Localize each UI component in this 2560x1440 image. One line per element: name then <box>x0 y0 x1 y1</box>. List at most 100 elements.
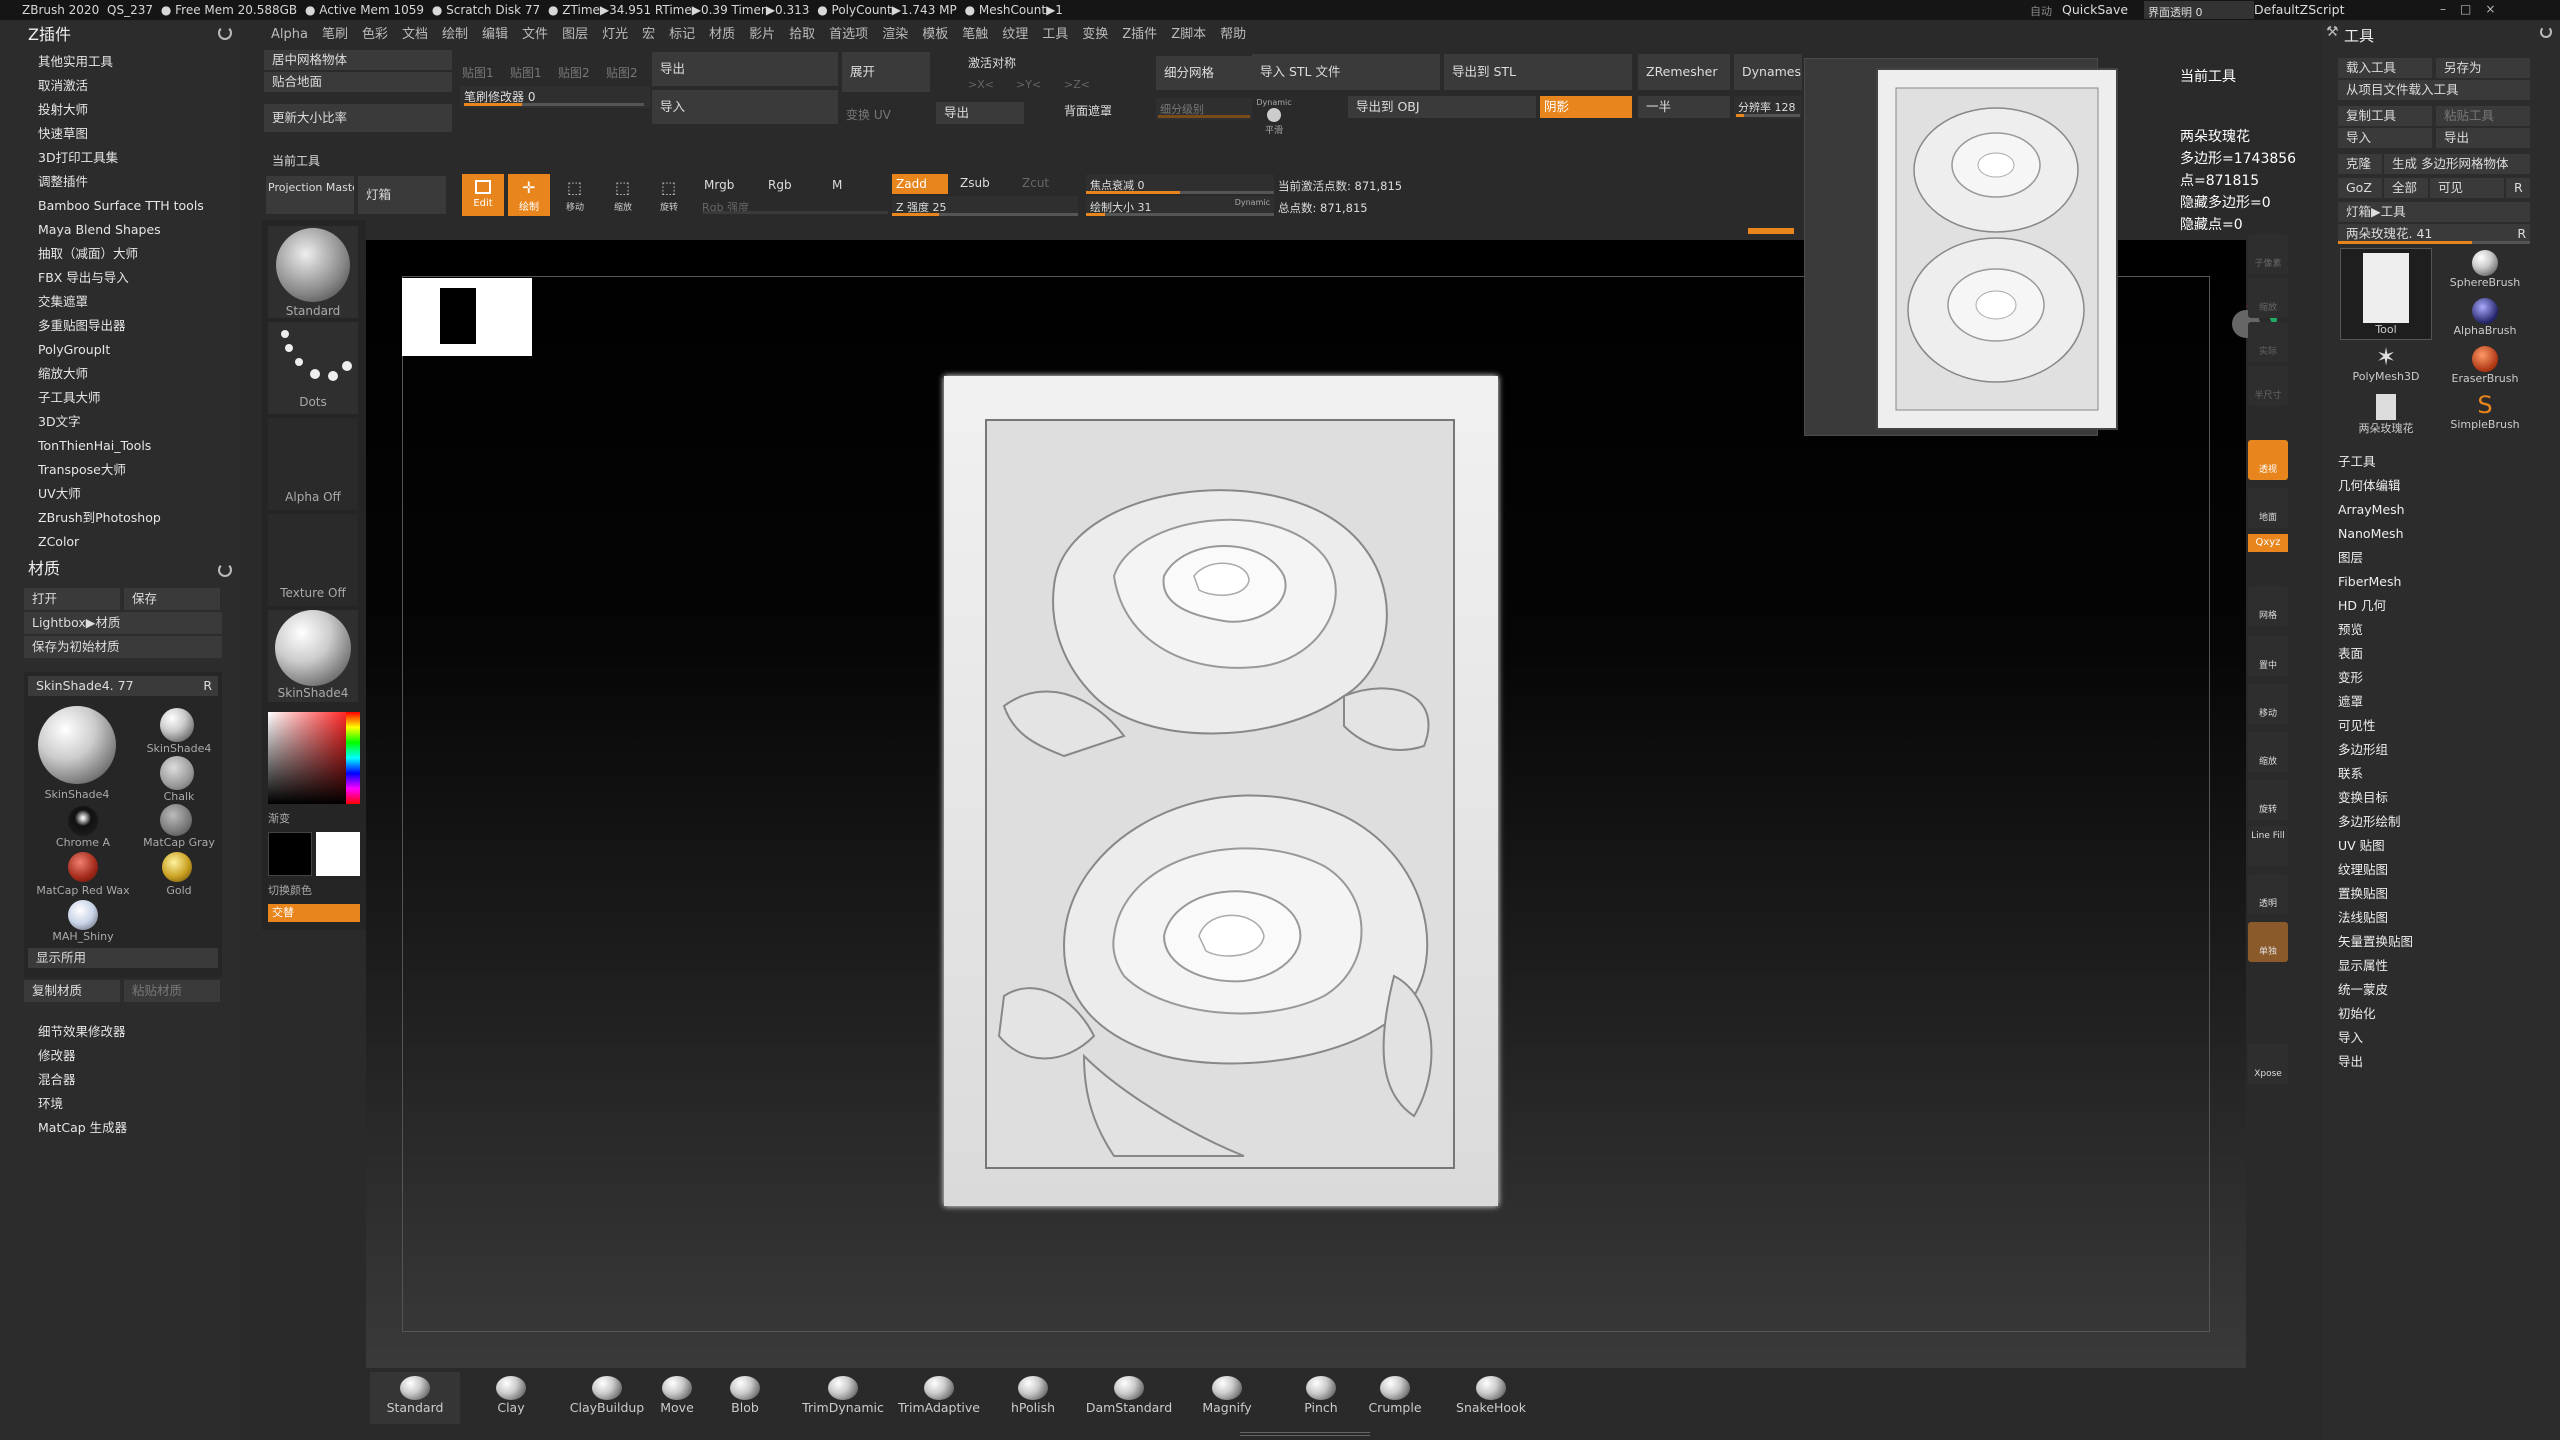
tool-header[interactable]: ⚒ 工具 <box>2322 22 2560 48</box>
zsub-button[interactable]: Zsub <box>960 176 990 190</box>
section-item[interactable]: 纹理贴图 <box>2322 858 2560 882</box>
menu-item[interactable]: 标记 <box>662 22 702 48</box>
goz-button[interactable]: GoZ <box>2338 178 2382 198</box>
section-item[interactable]: 导入 <box>2322 1026 2560 1050</box>
section-item[interactable]: 修改器 <box>0 1044 240 1068</box>
section-item[interactable]: MatCap 生成器 <box>0 1116 240 1140</box>
tex-button[interactable]: 贴图2 <box>606 64 638 81</box>
plugin-item[interactable]: 多重贴图导出器 <box>0 314 240 338</box>
scale-view-button[interactable]: 缩放 <box>2248 732 2288 772</box>
material-swatch[interactable] <box>160 804 192 836</box>
zoom-button[interactable]: 缩放 <box>2248 278 2288 318</box>
plugin-item[interactable]: 其他实用工具 <box>0 50 240 74</box>
plugin-item[interactable]: UV大师 <box>0 482 240 506</box>
brush-slot[interactable]: hPolish <box>988 1372 1078 1424</box>
plugin-item[interactable]: 3D打印工具集 <box>0 146 240 170</box>
material-swatch[interactable] <box>160 756 194 790</box>
make-polymesh-button[interactable]: 生成 多边形网格物体 <box>2384 154 2530 174</box>
activate-symmetry-button[interactable]: 激活对称 <box>968 54 1016 71</box>
tex-button[interactable]: 贴图1 <box>462 64 494 81</box>
plugin-item[interactable]: Bamboo Surface TTH tools <box>0 194 240 218</box>
open-button[interactable]: 打开 <box>24 588 120 610</box>
brush-slot[interactable]: TrimAdaptive <box>894 1372 984 1424</box>
zadd-button[interactable]: Zadd <box>892 174 948 194</box>
alpha-selector[interactable]: Alpha Off <box>268 418 358 510</box>
tool-refresh-icon[interactable] <box>2540 26 2552 38</box>
xyz-toggle[interactable]: Qxyz <box>2248 534 2288 552</box>
copy-material-button[interactable]: 复制材质 <box>24 980 120 1002</box>
move-mode-button[interactable]: ⬚ 移动 <box>554 174 596 216</box>
subdivide-button[interactable]: 细分网格 <box>1156 56 1252 90</box>
transparency-slider[interactable]: 界面透明 0 <box>2144 1 2254 19</box>
brush-slot[interactable]: Blob <box>700 1372 790 1424</box>
section-item[interactable]: 置换贴图 <box>2322 882 2560 906</box>
solo-button[interactable]: 单独 <box>2248 922 2288 962</box>
brush-modifier-slider[interactable]: 笔刷修改器 0 <box>460 86 650 108</box>
projection-master-button[interactable]: Projection Master <box>266 176 354 214</box>
menu-item[interactable]: 变换 <box>1075 22 1115 48</box>
brush-slot[interactable]: SnakeHook <box>1446 1372 1536 1424</box>
plugin-item[interactable]: Maya Blend Shapes <box>0 218 240 242</box>
menu-item[interactable]: 绘制 <box>435 22 475 48</box>
brush-slot[interactable]: Clay <box>466 1372 556 1424</box>
section-item[interactable]: 矢量置换贴图 <box>2322 930 2560 954</box>
close-icon[interactable]: × <box>2485 2 2509 16</box>
lightbox-tool-button[interactable]: 灯箱▶工具 <box>2338 202 2530 222</box>
lightbox-material-button[interactable]: Lightbox▶材质 <box>24 612 222 634</box>
export-button-2[interactable]: 导出 <box>936 102 1024 124</box>
section-item[interactable]: 法线贴图 <box>2322 906 2560 930</box>
menu-item[interactable]: 拾取 <box>782 22 822 48</box>
section-item[interactable]: 图层 <box>2322 546 2560 570</box>
half-button[interactable]: 一半 <box>1638 96 1730 118</box>
brush-slot[interactable]: TrimDynamic <box>798 1372 888 1424</box>
menu-item[interactable]: 图层 <box>555 22 595 48</box>
plugin-item[interactable]: 调整插件 <box>0 170 240 194</box>
section-item[interactable]: NanoMesh <box>2322 522 2560 546</box>
fit-ground-button[interactable]: 贴合地面 <box>264 72 452 92</box>
menu-item[interactable]: 材质 <box>702 22 742 48</box>
menu-item[interactable]: 笔触 <box>955 22 995 48</box>
section-item[interactable]: 遮罩 <box>2322 690 2560 714</box>
section-item[interactable]: 多边形组 <box>2322 738 2560 762</box>
center-mesh-button[interactable]: 居中网格物体 <box>264 50 452 70</box>
rgb-intensity-slider[interactable]: Rgb 强度 <box>702 196 888 214</box>
color-picker[interactable] <box>268 712 360 804</box>
menu-item[interactable]: 宏 <box>635 22 662 48</box>
subpixel-button[interactable]: 子像素 <box>2248 234 2288 274</box>
plugin-item[interactable]: ZColor <box>0 530 240 554</box>
brush-slot[interactable]: Crumple <box>1350 1372 1440 1424</box>
perspective-button[interactable]: 透视 <box>2248 440 2288 480</box>
save-button[interactable]: 保存 <box>124 588 220 610</box>
draw-mode-button[interactable]: ✛ 绘制 <box>508 174 550 216</box>
sphere-brush-thumbnail[interactable]: SphereBrush <box>2440 248 2530 294</box>
menu-item[interactable]: Z插件 <box>1115 22 1164 48</box>
eraser-brush-thumbnail[interactable]: EraserBrush <box>2440 344 2530 390</box>
sym-y-button[interactable]: >Y< <box>1016 78 1041 91</box>
import-stl-button[interactable]: 导入 STL 文件 <box>1252 54 1440 90</box>
rose-tool-thumbnail[interactable]: 两朵玫瑰花 <box>2340 392 2432 438</box>
shadow-button[interactable]: 阴影 <box>1540 96 1632 118</box>
material-refresh-icon[interactable] <box>218 563 232 577</box>
goz-visible-button[interactable]: 可见 <box>2430 178 2504 198</box>
menu-item[interactable]: 首选项 <box>822 22 875 48</box>
shelf-scroll-handle[interactable] <box>1240 1432 1370 1436</box>
goz-all-button[interactable]: 全部 <box>2384 178 2428 198</box>
transparency-button[interactable]: 透明 <box>2248 874 2288 914</box>
actual-button[interactable]: 实际 <box>2248 322 2288 362</box>
main-color-swatch[interactable] <box>268 832 312 876</box>
maximize-icon[interactable]: □ <box>2460 2 2485 16</box>
paste-tool-button[interactable]: 粘贴工具 <box>2436 106 2530 126</box>
smooth-toggle[interactable]: Dynamic 平滑 <box>1254 98 1294 136</box>
material-swatch-big[interactable] <box>38 706 116 784</box>
export-tool-button[interactable]: 导出 <box>2436 128 2530 148</box>
section-item[interactable]: 显示属性 <box>2322 954 2560 978</box>
navigator-thumbnail[interactable] <box>402 278 532 356</box>
section-item[interactable]: 混合器 <box>0 1068 240 1092</box>
dynamesh-button[interactable]: Dynamesh <box>1734 54 1802 90</box>
draw-size-slider[interactable]: 绘制大小 31 Dynamic <box>1086 196 1274 216</box>
unwrap-button[interactable]: 展开 <box>842 52 930 92</box>
section-item[interactable]: 多边形绘制 <box>2322 810 2560 834</box>
half-size-button[interactable]: 半尺寸 <box>2248 366 2288 406</box>
gradient-label[interactable]: 渐变 <box>268 810 290 826</box>
xpose-button[interactable]: Xpose <box>2248 1044 2288 1084</box>
